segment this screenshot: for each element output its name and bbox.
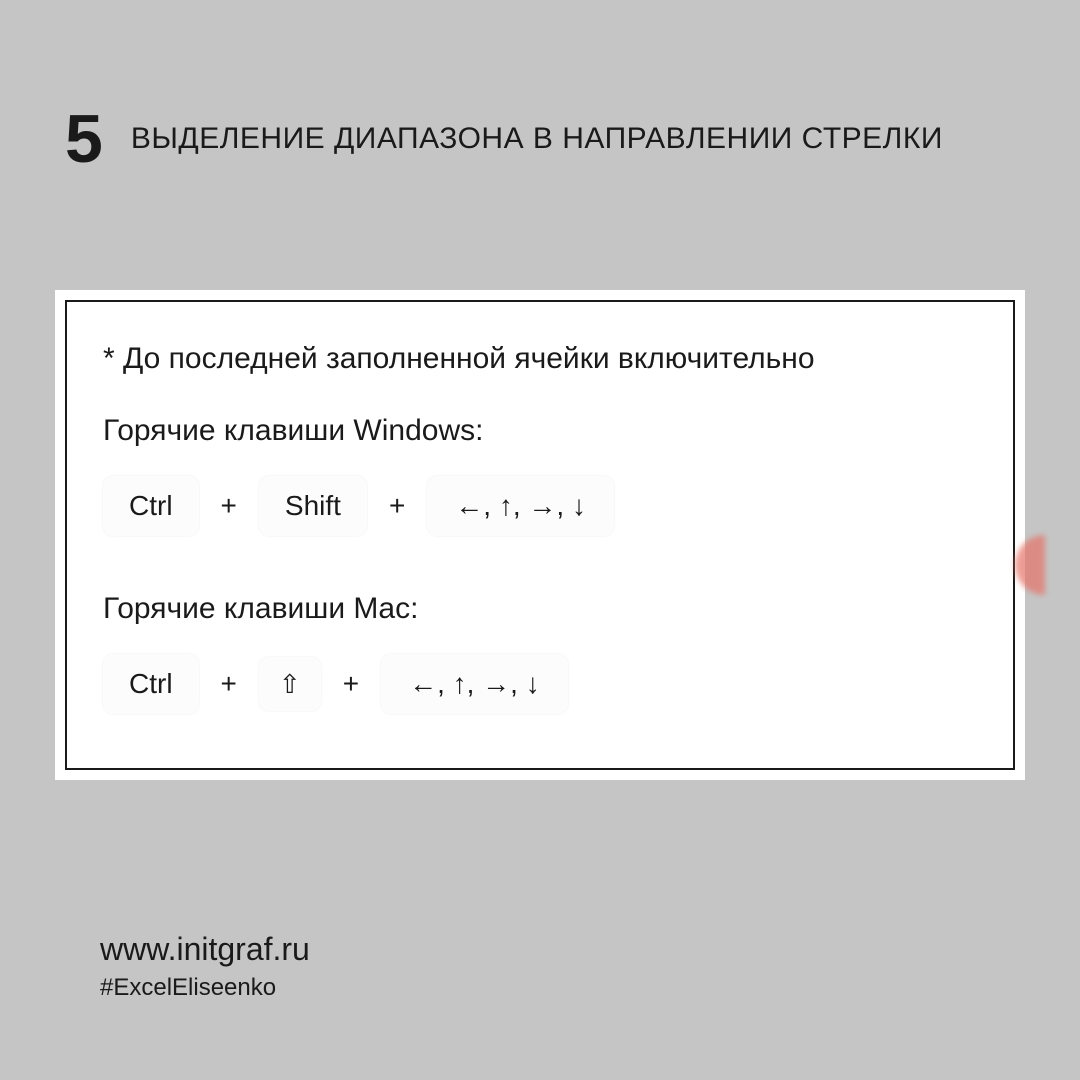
key-arrows: ←, ↑, →, ↓ (427, 476, 614, 536)
windows-hotkeys-row: Ctrl + Shift + ←, ↑, →, ↓ (103, 476, 977, 536)
slide-title: ВЫДЕЛЕНИЕ ДИАПАЗОНА В НАПРАВЛЕНИИ СТРЕЛК… (131, 122, 943, 156)
content-card: * До последней заполненной ячейки включи… (65, 300, 1015, 770)
plus-separator: + (213, 490, 245, 522)
mac-hotkeys-label: Горячие клавиши Mac: (103, 592, 977, 626)
windows-hotkeys-label: Горячие клавиши Windows: (103, 414, 977, 448)
key-ctrl: Ctrl (103, 654, 199, 714)
page-footer: www.initgraf.ru #ExcelEliseenko (100, 931, 310, 1002)
plus-separator: + (335, 668, 367, 700)
key-ctrl: Ctrl (103, 476, 199, 536)
key-shift-icon: ⇧ (259, 657, 321, 711)
key-arrows: ←, ↑, →, ↓ (381, 654, 568, 714)
shift-up-arrow-icon: ⇧ (279, 671, 301, 697)
content-card-wrapper: * До последней заполненной ячейки включи… (55, 290, 1025, 780)
key-shift: Shift (259, 476, 367, 536)
mac-hotkeys-row: Ctrl + ⇧ + ←, ↑, →, ↓ (103, 654, 977, 714)
footnote-text: * До последней заполненной ячейки включи… (103, 342, 977, 376)
slide-number: 5 (65, 105, 103, 173)
footer-url: www.initgraf.ru (100, 931, 310, 968)
footer-hashtag: #ExcelEliseenko (100, 974, 310, 1002)
page-header: 5 ВЫДЕЛЕНИЕ ДИАПАЗОНА В НАПРАВЛЕНИИ СТРЕ… (65, 105, 943, 173)
plus-separator: + (381, 490, 413, 522)
decorative-blob (1015, 535, 1045, 595)
plus-separator: + (213, 668, 245, 700)
